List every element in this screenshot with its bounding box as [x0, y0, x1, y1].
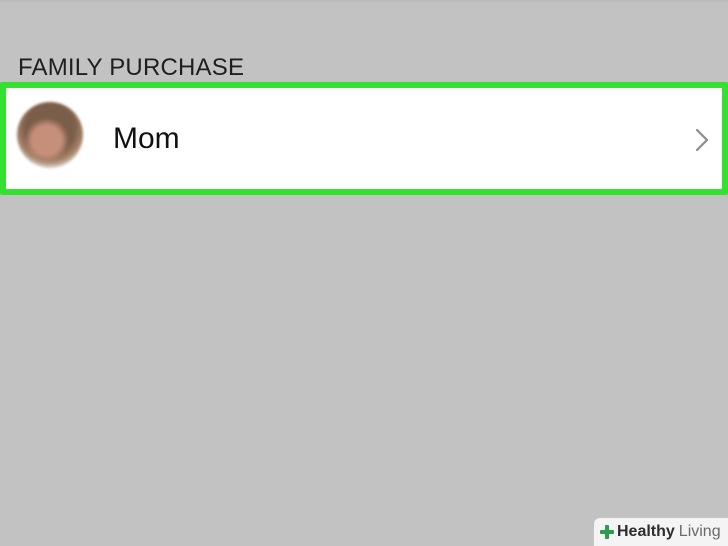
watermark: Healthy Living	[594, 518, 728, 546]
highlighted-member-row-outline: Mom	[0, 82, 728, 195]
medical-cross-icon	[600, 525, 614, 539]
member-row[interactable]: Mom	[6, 88, 722, 189]
member-name: Mom	[113, 122, 180, 155]
section-title: FAMILY PURCHASE	[18, 54, 245, 81]
watermark-strong-text: Healthy	[617, 523, 675, 540]
member-avatar	[17, 102, 83, 168]
watermark-light-text: Living	[678, 523, 721, 540]
top-divider	[0, 0, 728, 2]
chevron-right-icon	[695, 128, 709, 152]
